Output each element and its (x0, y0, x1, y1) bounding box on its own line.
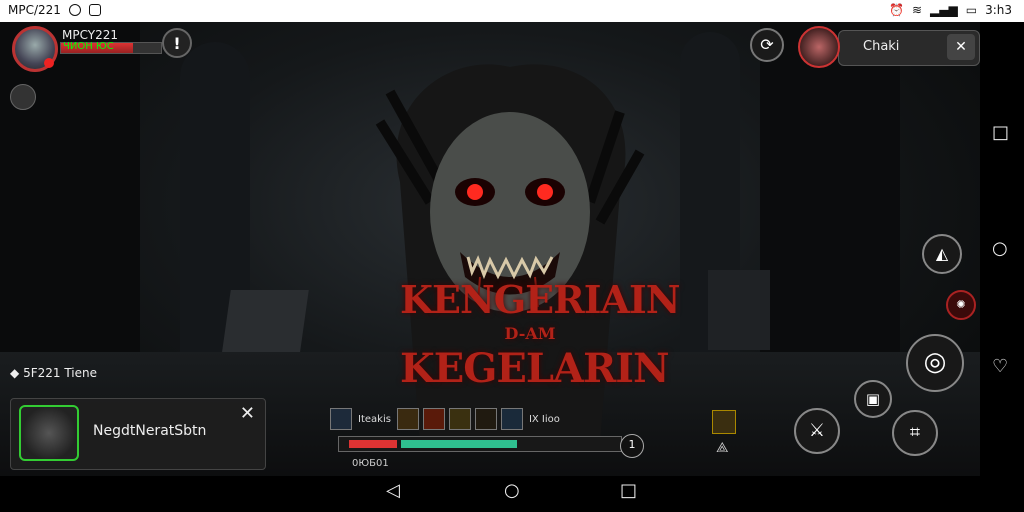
attack-button[interactable]: ◎ (906, 334, 964, 392)
gravestone-left (221, 290, 309, 358)
title-line-3: KEGELARIN (400, 345, 670, 392)
chat-label: Chaki (863, 39, 900, 54)
player-hp-text: ЧИОН ЮС (63, 41, 114, 52)
menu-icon[interactable]: ⟁ (716, 440, 729, 456)
nav-recents-right[interactable]: □ (992, 122, 1009, 143)
status-bar: MPC/221 ⏰ ≋ ▂▄▆ ▭ 3:h3 (0, 0, 1024, 22)
skill-label-1: Iteakis (358, 413, 391, 425)
map-icon: ▣ (865, 390, 881, 408)
xp-bar-red (349, 440, 397, 448)
skill-slot-6[interactable] (500, 408, 523, 430)
slash-icon: ⚔ (808, 420, 826, 441)
wifi-icon: ≋ (911, 3, 923, 17)
rune-icon: ✺ (956, 298, 966, 311)
xp-label: 0ЮБ01 (352, 458, 389, 469)
notification-text: NegdtNeratSbtn (93, 423, 207, 439)
title-line-1: KENGERIAIN (400, 277, 681, 322)
game-title: KENGERIAIN D-AM KEGELARIN (400, 277, 681, 392)
skill-slot-4[interactable] (448, 408, 471, 430)
diamond-icon: ◆ (10, 366, 20, 380)
skill-button-1[interactable]: ▣ (854, 380, 892, 418)
player-name: MPCY221 (62, 28, 118, 42)
companion-icon[interactable] (10, 84, 36, 110)
skill-button-3[interactable]: ⌗ (892, 410, 938, 456)
nav-recents-button[interactable]: □ (620, 480, 637, 501)
title-line-2: D-AM (504, 324, 556, 343)
skill-slot-5[interactable] (474, 408, 497, 430)
target-icon: ◎ (923, 347, 947, 377)
status-app-label: MPC/221 (8, 3, 61, 17)
wolf-icon: ◭ (935, 244, 949, 263)
nav-back-button[interactable]: ◁ (386, 480, 400, 501)
xp-bar (338, 436, 622, 452)
player-status-dot (44, 58, 54, 68)
feed-text: 5F221 Tiene (23, 366, 97, 380)
nav-home-button[interactable]: ○ (504, 480, 520, 501)
skill-slot-1[interactable] (330, 408, 352, 430)
alert-button[interactable]: ! (162, 28, 192, 58)
player-level: 1 (620, 434, 644, 458)
status-time: 3:h3 (985, 3, 1012, 17)
system-nav-right: □ ○ ♡ (980, 22, 1024, 476)
skill-slot-2[interactable] (396, 408, 419, 430)
chat-panel[interactable]: Chaki ✕ (838, 30, 980, 66)
notification-icon (68, 4, 81, 16)
skill-label-2: IX Iioo (528, 413, 560, 425)
notification-card[interactable]: NegdtNeratSbtn ✕ (10, 398, 266, 470)
grid-icon: ⌗ (909, 422, 921, 443)
skill-bar: Iteakis IX Iioo (330, 408, 562, 430)
xp-bar-green (400, 440, 517, 448)
battery-icon: ▭ (965, 3, 978, 17)
notification-avatar (19, 405, 79, 461)
system-nav-bottom: ◁ ○ □ (0, 476, 1024, 512)
player-hp-bar: ЧИОН ЮС (60, 41, 162, 54)
ability-button-top[interactable]: ◭ (922, 234, 962, 274)
alarm-icon: ⏰ (889, 3, 904, 17)
inventory-button[interactable] (712, 410, 736, 434)
skill-button-2[interactable]: ⚔ (794, 408, 840, 454)
signal-icon: ▂▄▆ (930, 3, 958, 17)
opponent-avatar[interactable] (798, 26, 840, 68)
refresh-icon: ⟳ (760, 35, 774, 54)
notification-close-button[interactable]: ✕ (240, 403, 255, 424)
app-icon (88, 4, 101, 16)
skill-slot-3[interactable] (422, 408, 445, 430)
activity-feed: ◆ 5F221 Tiene (10, 366, 97, 380)
nav-home-right[interactable]: ○ (992, 238, 1008, 259)
ability-button-red[interactable]: ✺ (946, 290, 976, 320)
chat-close-button[interactable]: ✕ (947, 34, 975, 60)
gravestone-right (708, 270, 770, 350)
nav-back-right[interactable]: ♡ (992, 356, 1008, 377)
refresh-button[interactable]: ⟳ (750, 28, 784, 62)
